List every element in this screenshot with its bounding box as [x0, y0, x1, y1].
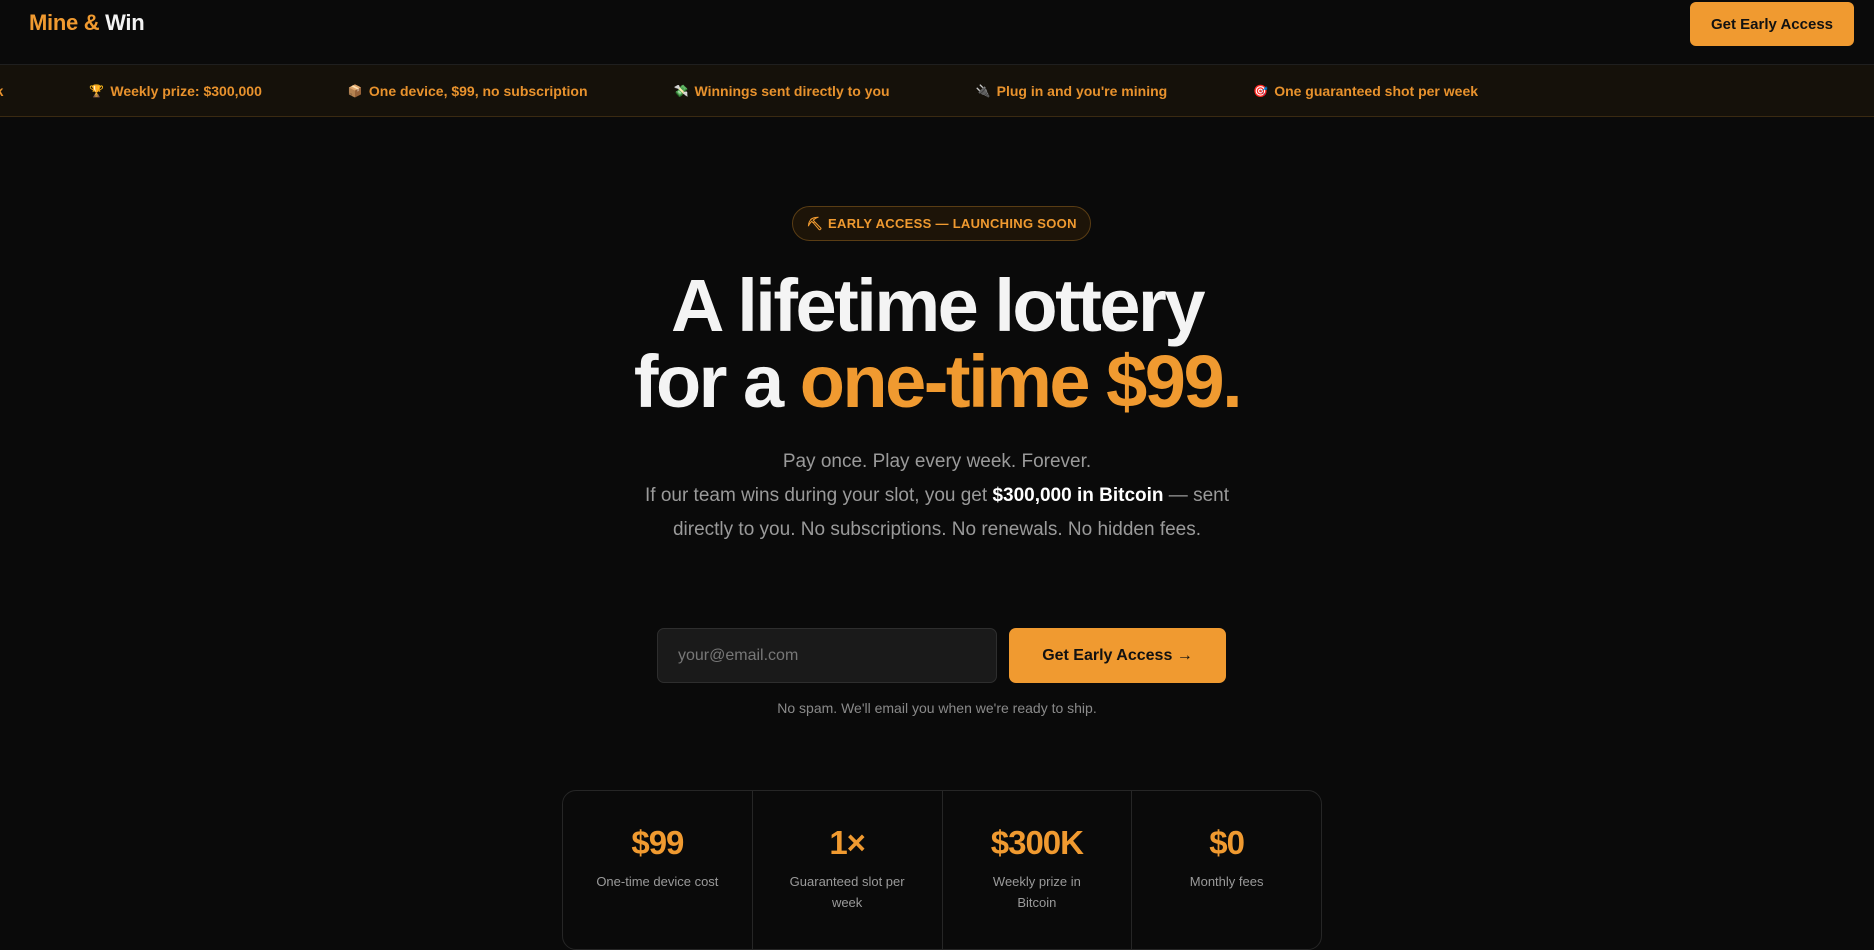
stat-value: $99 — [631, 824, 684, 861]
logo[interactable]: Mine & Win — [29, 10, 145, 36]
ticker-track: eek 🏆 Weekly prize: $300,000 📦 One devic… — [0, 65, 1564, 116]
subcopy-body-pre: If our team wins during your slot, you g… — [644, 485, 993, 506]
stat-value: $0 — [1209, 824, 1245, 861]
email-input[interactable] — [657, 628, 997, 683]
logo-part-win: Win — [105, 10, 145, 35]
ticker-item-text: Weekly prize: $300,000 — [110, 83, 262, 99]
ticker-item-text: Plug in and you're mining — [996, 83, 1168, 99]
ticker-item: 🔌 Plug in and you're mining — [976, 83, 1254, 99]
ticker-item: 💸 Winnings sent directly to you — [674, 83, 976, 99]
ticker-item: 🎯 One guaranteed shot per week — [1253, 83, 1564, 99]
target-icon: 🎯 — [1253, 84, 1269, 98]
early-access-badge: ⛏ EARLY ACCESS — LAUNCHING SOON — [792, 206, 1091, 241]
ticker-item-text: Winnings sent directly to you — [694, 83, 890, 99]
stat-card: $99 One-time device cost — [563, 791, 753, 949]
plug-icon: 🔌 — [975, 84, 991, 98]
stat-value: $300K — [990, 824, 1084, 861]
stats-panel: $99 One-time device cost 1× Guaranteed s… — [562, 790, 1322, 950]
hero-get-early-access-button[interactable]: Get Early Access → — [1009, 628, 1226, 683]
stat-card: $300K Weekly prize in Bitcoin — [943, 791, 1133, 949]
hero-subcopy: Pay once. Play every week. Forever. If o… — [637, 445, 1237, 547]
header-get-early-access-button[interactable]: Get Early Access — [1690, 2, 1854, 46]
stat-label: Monthly fees — [1189, 874, 1264, 889]
money-with-wings-icon: 💸 — [673, 84, 689, 98]
headline-line-2-accent: one-time $99. — [799, 340, 1243, 423]
logo-part-mine: Mine & — [29, 10, 100, 35]
site-header: Mine & Win Get Early Access — [0, 0, 1874, 65]
stat-label: Weekly prize in Bitcoin — [992, 874, 1081, 910]
subcopy-prize-highlight: $300,000 in Bitcoin — [992, 485, 1164, 506]
ticker-item: 📦 One device, $99, no subscription — [348, 83, 674, 99]
stat-label: One-time device cost — [596, 874, 719, 889]
ticker-item: eek — [0, 83, 89, 99]
stat-label: Guaranteed slot per week — [789, 874, 905, 910]
pickaxe-icon: ⛏ — [806, 215, 824, 231]
trophy-icon: 🏆 — [89, 84, 105, 98]
stat-card: $0 Monthly fees — [1132, 791, 1321, 949]
ticker-item-text: eek — [0, 83, 3, 99]
hero-headline: A lifetime lottery for a one-time $99. — [437, 268, 1437, 420]
badge-text: EARLY ACCESS — LAUNCHING SOON — [828, 216, 1077, 231]
headline-line-1: A lifetime lottery — [670, 264, 1206, 347]
subcopy-tagline: Pay once. Play every week. Forever. — [782, 451, 1092, 472]
ticker-item: 🏆 Weekly prize: $300,000 — [89, 83, 348, 99]
stat-card: 1× Guaranteed slot per week — [753, 791, 943, 949]
ticker-item-text: One guaranteed shot per week — [1274, 83, 1479, 99]
stat-value: 1× — [829, 824, 866, 861]
package-icon: 📦 — [347, 84, 363, 98]
ticker-item-text: One device, $99, no subscription — [368, 83, 588, 99]
announcement-ticker: eek 🏆 Weekly prize: $300,000 📦 One devic… — [0, 65, 1874, 117]
headline-line-2-prefix: for a — [633, 340, 800, 423]
no-spam-disclaimer: No spam. We'll email you when we're read… — [777, 700, 1097, 716]
